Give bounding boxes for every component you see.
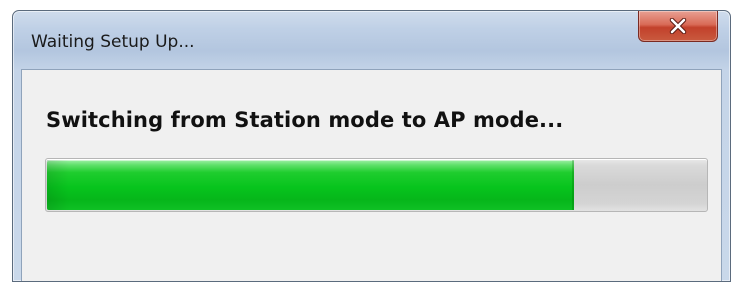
progress-bar bbox=[45, 158, 708, 212]
title-bar[interactable]: Waiting Setup Up... bbox=[13, 11, 730, 69]
close-button[interactable] bbox=[638, 11, 718, 42]
progress-fill bbox=[47, 160, 574, 210]
status-message: Switching from Station mode to AP mode..… bbox=[46, 108, 564, 132]
window-title: Waiting Setup Up... bbox=[31, 32, 195, 52]
dialog-content: Switching from Station mode to AP mode..… bbox=[21, 69, 722, 281]
setup-dialog-window: Waiting Setup Up... Switching from Stati… bbox=[12, 10, 731, 282]
close-x-icon bbox=[668, 18, 688, 34]
